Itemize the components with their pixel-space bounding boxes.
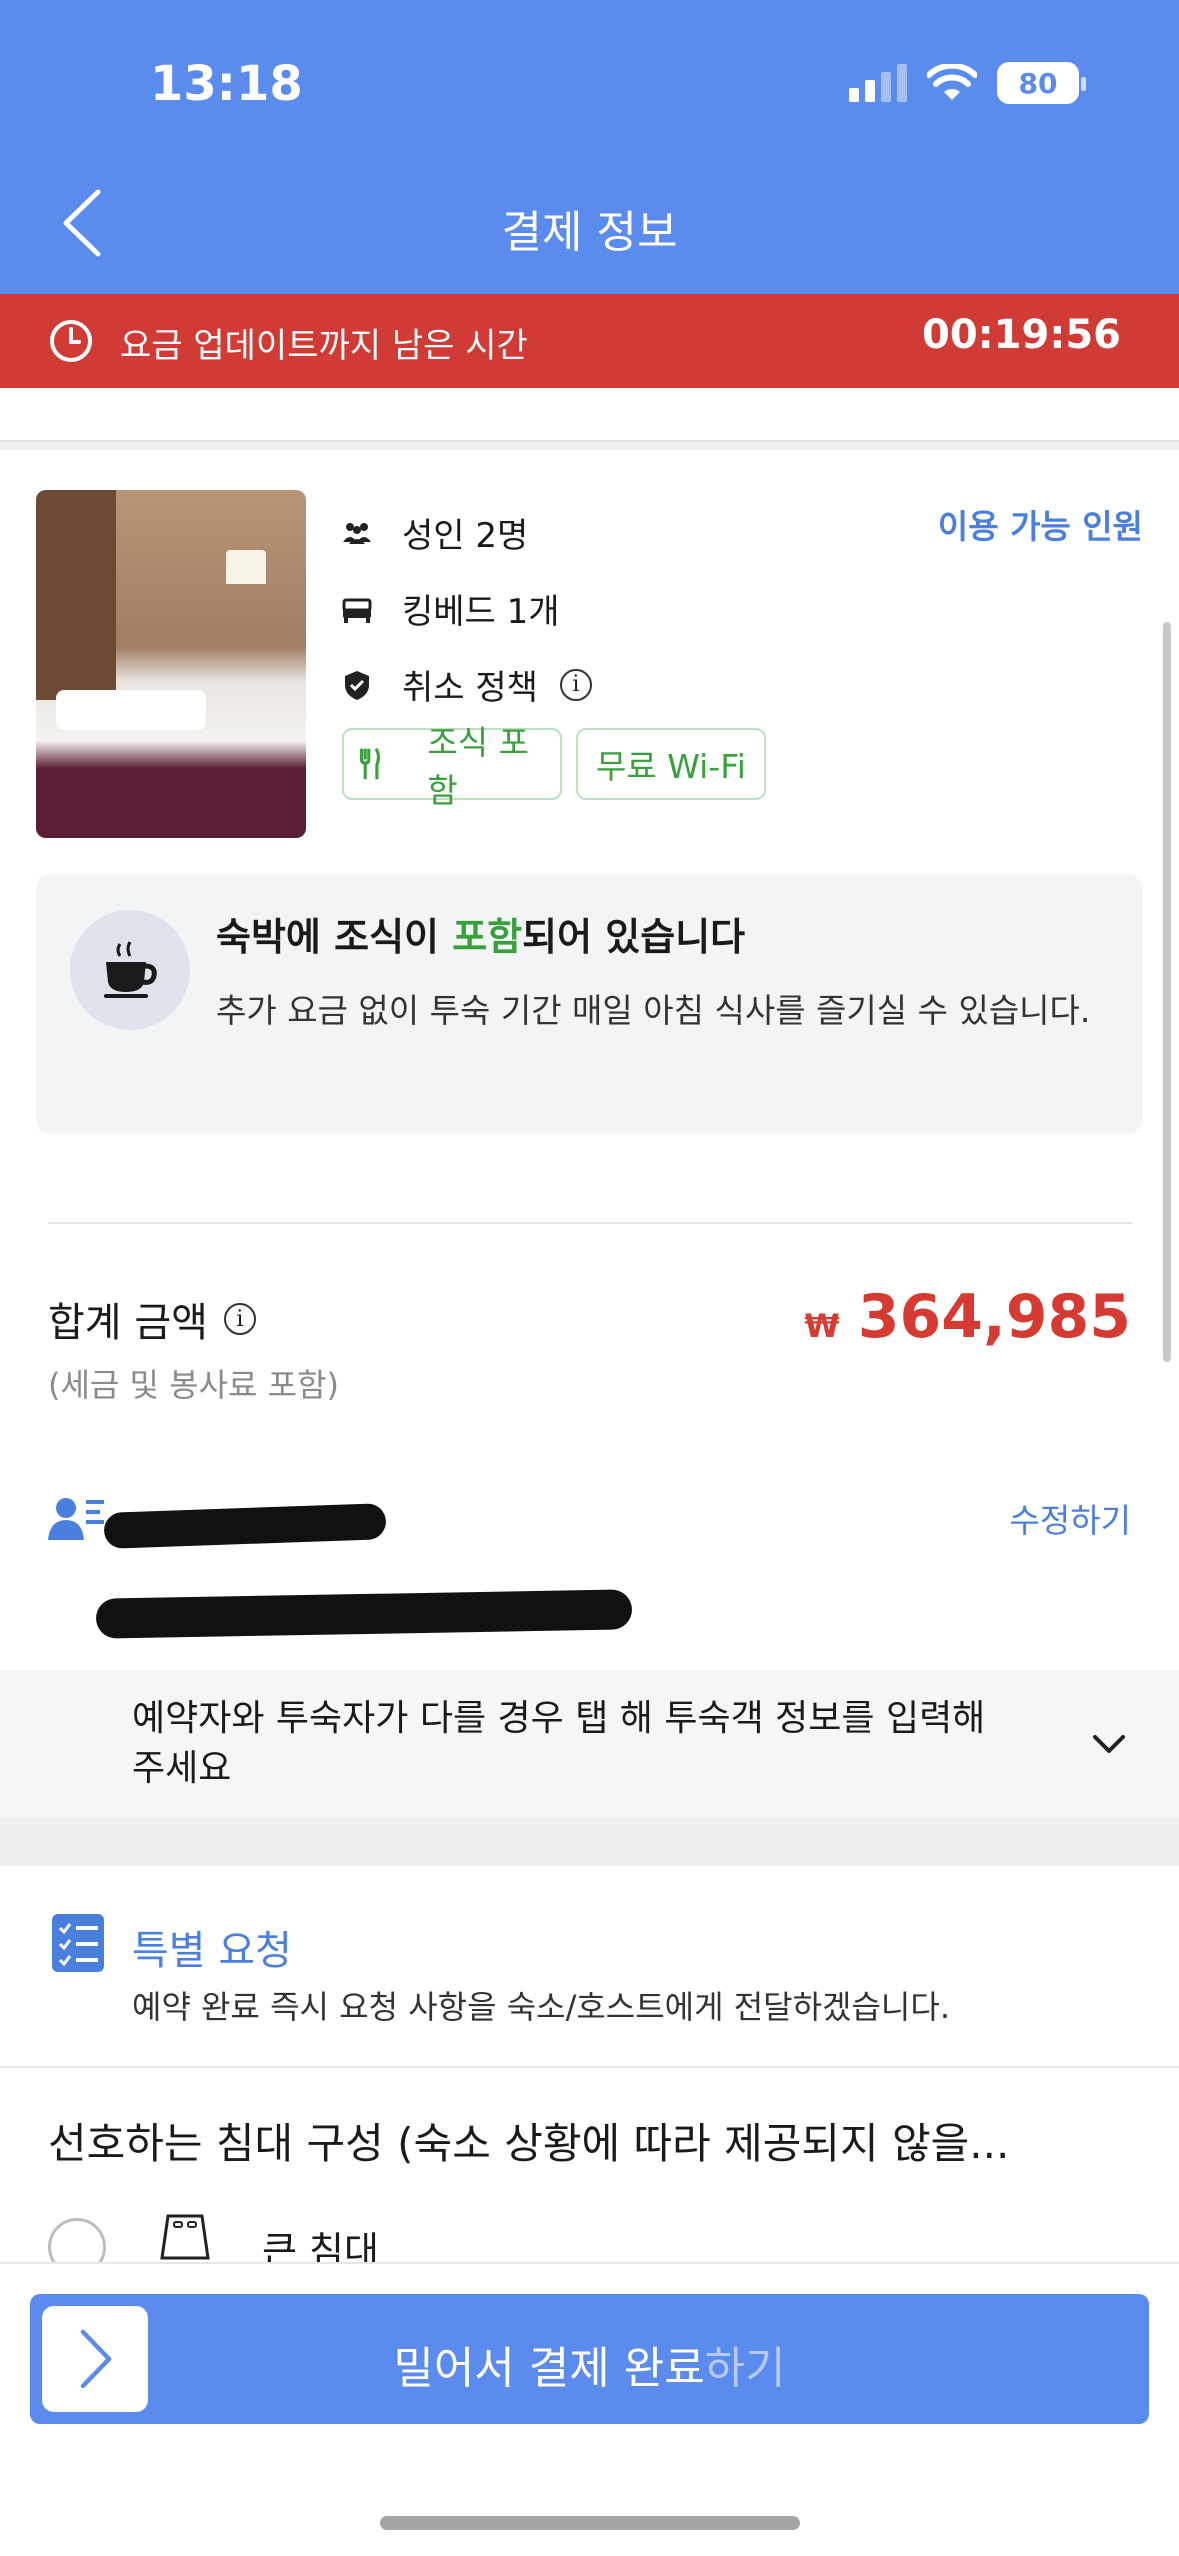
- guest-info-text: 예약자와 투숙자가 다를 경우 탭 해 투숙객 정보를 입력해 주세요: [132, 1698, 986, 1789]
- cellular-signal-icon: [849, 64, 907, 102]
- divider: [48, 1222, 1132, 1224]
- people-icon: [343, 522, 371, 544]
- price-amount: 364,985: [857, 1282, 1131, 1352]
- scrollbar[interactable]: [1163, 622, 1171, 1362]
- total-amount-note: (세금 및 봉사료 포함): [48, 1366, 340, 1404]
- divider: [0, 2066, 1179, 2068]
- price-timer-banner: 요금 업데이트까지 남은 시간 00:19:56: [0, 294, 1179, 388]
- status-indicators: 80: [849, 62, 1086, 104]
- timer-countdown: 00:19:56: [922, 312, 1121, 358]
- clock-icon: [50, 320, 92, 362]
- total-amount-label: 합계 금액 i: [48, 1290, 256, 1348]
- battery-icon: 80: [997, 62, 1086, 104]
- guest-info-toggle[interactable]: 예약자와 투숙자가 다를 경우 탭 해 투숙객 정보를 입력해 주세요: [0, 1670, 1179, 1818]
- notice-title: 숙박에 조식이 포함되어 있습니다: [216, 915, 746, 959]
- wifi-tag: 무료 Wi-Fi: [576, 728, 766, 800]
- occupancy-row: 성인 2명: [340, 508, 528, 557]
- bed-text: 킹베드 1개: [402, 592, 560, 632]
- available-occupancy-link[interactable]: 이용 가능 인원: [938, 500, 1143, 548]
- occupancy-text: 성인 2명: [402, 516, 529, 556]
- app-header: 13:18 80 결제 정보: [0, 0, 1179, 294]
- special-request-title[interactable]: 특별 요청: [132, 1918, 292, 1976]
- cancellation-row[interactable]: 취소 정책 i: [340, 660, 592, 709]
- timer-label: 요금 업데이트까지 남은 시간: [120, 326, 528, 366]
- big-bed-icon: [160, 2214, 210, 2260]
- breakfast-tag: 조식 포함: [342, 723, 562, 810]
- currency-symbol: ₩: [804, 1307, 840, 1345]
- section-gap: [0, 1818, 1179, 1866]
- cancellation-text: 취소 정책: [402, 668, 538, 708]
- notice-description: 추가 요금 없이 투숙 기간 매일 아침 식사를 즐기실 수 있습니다.: [216, 991, 1091, 1030]
- wifi-tag-label: 무료 Wi-Fi: [596, 747, 746, 786]
- bed-icon: [342, 598, 372, 623]
- user-list-icon: [48, 1498, 104, 1540]
- breakfast-tag-label: 조식 포함: [427, 723, 529, 810]
- slide-to-pay-label: 밀어서 결제 완료하기: [393, 2343, 786, 2394]
- page-title: 결제 정보: [501, 207, 678, 258]
- info-icon[interactable]: i: [559, 668, 592, 701]
- shield-check-icon: [345, 670, 369, 700]
- redacted-email: [95, 1589, 633, 1639]
- chevron-down-icon: [1093, 1735, 1125, 1753]
- checklist-icon: [52, 1914, 104, 1972]
- room-photo[interactable]: [36, 490, 306, 838]
- home-indicator: [380, 2516, 800, 2530]
- redacted-name: [103, 1503, 387, 1549]
- special-request-description: 예약 완료 즉시 요청 사항을 숙소/호스트에게 전달하겠습니다.: [132, 1988, 950, 2026]
- total-price: ₩ 364,985: [804, 1282, 1131, 1352]
- bed-preference-title: 선호하는 침대 구성 (숙소 상황에 따라 제공되지 않을...: [48, 2119, 1010, 2168]
- slide-to-pay-button[interactable]: 밀어서 결제 완료하기: [30, 2294, 1149, 2424]
- section-separator: [0, 440, 1179, 450]
- utensils-icon: [360, 747, 381, 780]
- status-time: 13:18: [150, 56, 303, 112]
- info-icon[interactable]: i: [223, 1303, 256, 1335]
- bed-row: 킹베드 1개: [340, 584, 560, 633]
- breakfast-notice: 숙박에 조식이 포함되어 있습니다 추가 요금 없이 투숙 기간 매일 아침 식…: [36, 874, 1143, 1134]
- edit-booker-link[interactable]: 수정하기: [1010, 1494, 1131, 1542]
- coffee-cup-icon: [70, 910, 190, 1030]
- wifi-icon: [927, 64, 977, 100]
